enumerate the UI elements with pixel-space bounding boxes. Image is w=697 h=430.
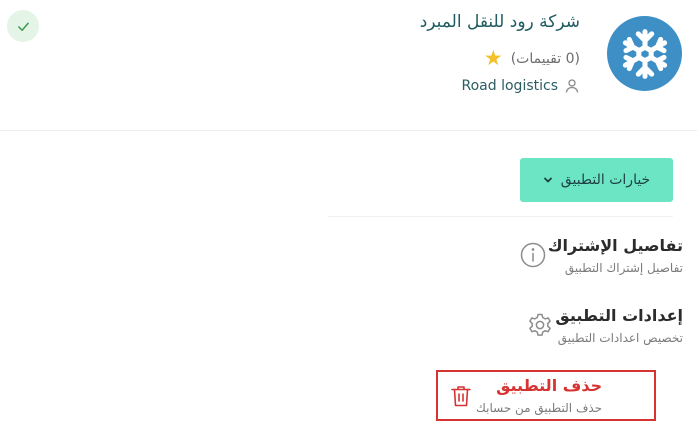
user-icon	[564, 78, 580, 94]
menu-item-subtitle: حذف التطبيق من حسابك	[476, 401, 603, 415]
verified-badge	[7, 10, 39, 42]
app-options-label: خيارات التطبيق	[560, 172, 651, 188]
menu-item-title: تفاصيل الإشتراك	[547, 235, 683, 255]
menu-item-subtitle: تفاصيل إشتراك التطبيق	[564, 260, 683, 275]
company-owner: Road logistics	[462, 78, 580, 94]
app-header: شركة رود للنقل المبرد ★ (0 تقييمات) Road…	[0, 0, 697, 131]
app-options-button[interactable]: خيارات التطبيق	[520, 158, 673, 202]
company-name: شركة رود للنقل المبرد	[419, 12, 580, 32]
company-logo	[607, 16, 682, 91]
trash-icon	[446, 381, 476, 411]
check-icon	[17, 22, 29, 31]
menu-item-title: حذف التطبيق	[496, 376, 603, 395]
gear-icon	[525, 310, 555, 340]
rating-count: (0 تقييمات)	[510, 50, 580, 67]
menu-item-subscription-details[interactable]: تفاصيل الإشتراك تفاصيل إشتراك التطبيق	[504, 226, 683, 284]
menu-item-subtitle: تخصيص اعدادات التطبيق	[557, 330, 683, 345]
info-icon	[518, 240, 548, 270]
menu-item-title: إعدادات التطبيق	[555, 305, 683, 325]
menu-item-delete-app[interactable]: حذف التطبيق حذف التطبيق من حسابك	[436, 370, 656, 421]
menu-item-app-settings[interactable]: إعدادات التطبيق تخصيص اعدادات التطبيق	[511, 296, 683, 354]
snowflake-icon	[622, 28, 667, 79]
owner-name: Road logistics	[461, 78, 558, 94]
chevron-down-icon	[543, 175, 553, 185]
company-rating: ★ (0 تقييمات)	[484, 48, 580, 69]
star-icon: ★	[483, 46, 503, 70]
menu-divider	[328, 216, 673, 217]
